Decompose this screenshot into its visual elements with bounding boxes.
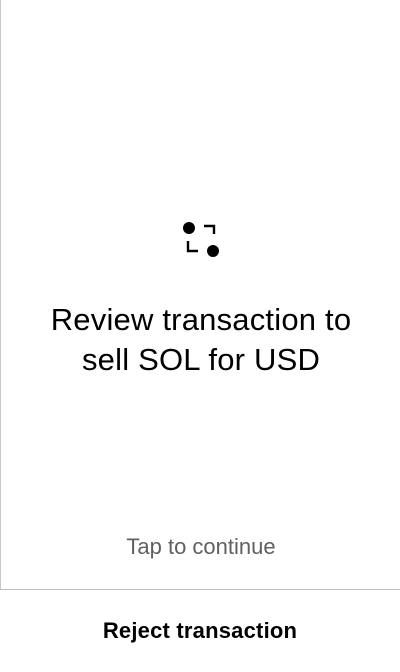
reject-transaction-label: Reject transaction	[102, 618, 298, 643]
tap-to-continue-hint: Tap to continue	[126, 534, 276, 559]
swap-icon	[183, 222, 219, 257]
title-line-1: Review transaction to	[50, 302, 352, 337]
review-screen[interactable]: Review transaction to sell SOL for USD T…	[0, 0, 400, 672]
page-title: Review transaction to sell SOL for USD	[1, 300, 400, 380]
title-line-2: sell SOL for USD	[81, 342, 321, 377]
reject-transaction-button[interactable]: Reject transaction	[0, 590, 400, 672]
